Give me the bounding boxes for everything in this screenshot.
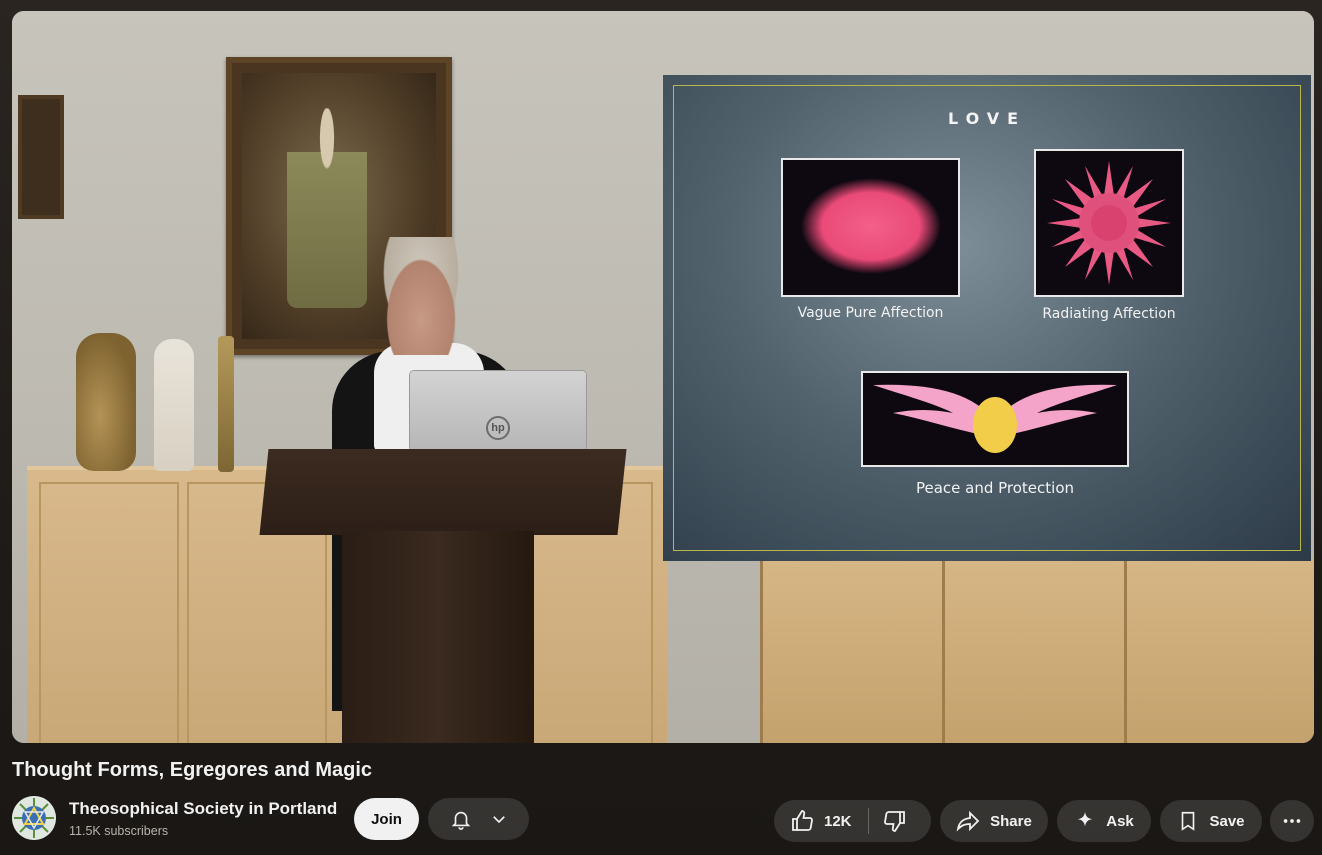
more-icon — [1281, 810, 1303, 832]
like-divider — [867, 808, 869, 834]
podium-top — [259, 449, 627, 535]
projected-slide: LOVE Vague Pure Affection Radiating Affe… — [663, 75, 1311, 561]
thumbs-up-icon[interactable] — [790, 809, 814, 833]
channel-name[interactable]: Theosophical Society in Portland — [69, 799, 337, 819]
save-label: Save — [1209, 812, 1245, 830]
thumbs-down-icon[interactable] — [883, 809, 907, 833]
slide-caption-3: Peace and Protection — [915, 479, 1075, 497]
slide-image-peace-protection — [861, 371, 1129, 467]
share-icon — [956, 809, 980, 833]
speaker-head — [374, 237, 468, 355]
small-picture-frame — [18, 95, 64, 219]
slide-image-radiating-affection — [1034, 149, 1184, 297]
join-label: Join — [371, 810, 402, 828]
statue — [154, 339, 194, 471]
vase — [76, 333, 136, 471]
sparkle-icon — [1074, 810, 1096, 832]
like-count: 12K — [824, 812, 852, 830]
podium — [342, 531, 534, 743]
channel-avatar[interactable] — [12, 796, 56, 840]
slide-caption-1: Vague Pure Affection — [797, 305, 944, 321]
video-title: Thought Forms, Egregores and Magic — [12, 759, 373, 781]
candle-stand — [218, 336, 234, 472]
share-button[interactable]: Share — [940, 800, 1048, 842]
chevron-down-icon — [490, 810, 508, 828]
slide-caption-2: Radiating Affection — [1042, 306, 1176, 322]
bookmark-icon — [1177, 810, 1199, 832]
ask-label: Ask — [1106, 812, 1134, 830]
share-label: Share — [990, 812, 1032, 830]
laptop-logo: hp — [486, 416, 510, 440]
cabinet-right — [760, 559, 1314, 743]
save-button[interactable]: Save — [1160, 800, 1262, 842]
ask-button[interactable]: Ask — [1057, 800, 1151, 842]
like-dislike-group[interactable]: 12K — [774, 800, 931, 842]
join-button[interactable]: Join — [354, 798, 419, 840]
video-player[interactable]: hp LOVE Vague Pure Affection Radiating A… — [12, 11, 1314, 743]
slide-image-vague-affection — [781, 158, 960, 297]
slide-title: LOVE — [947, 109, 1027, 128]
more-actions-button[interactable] — [1270, 800, 1314, 842]
subscribe-notifications-button[interactable] — [428, 798, 529, 840]
bell-icon — [450, 808, 472, 830]
subscriber-count: 11.5K subscribers — [69, 824, 169, 838]
